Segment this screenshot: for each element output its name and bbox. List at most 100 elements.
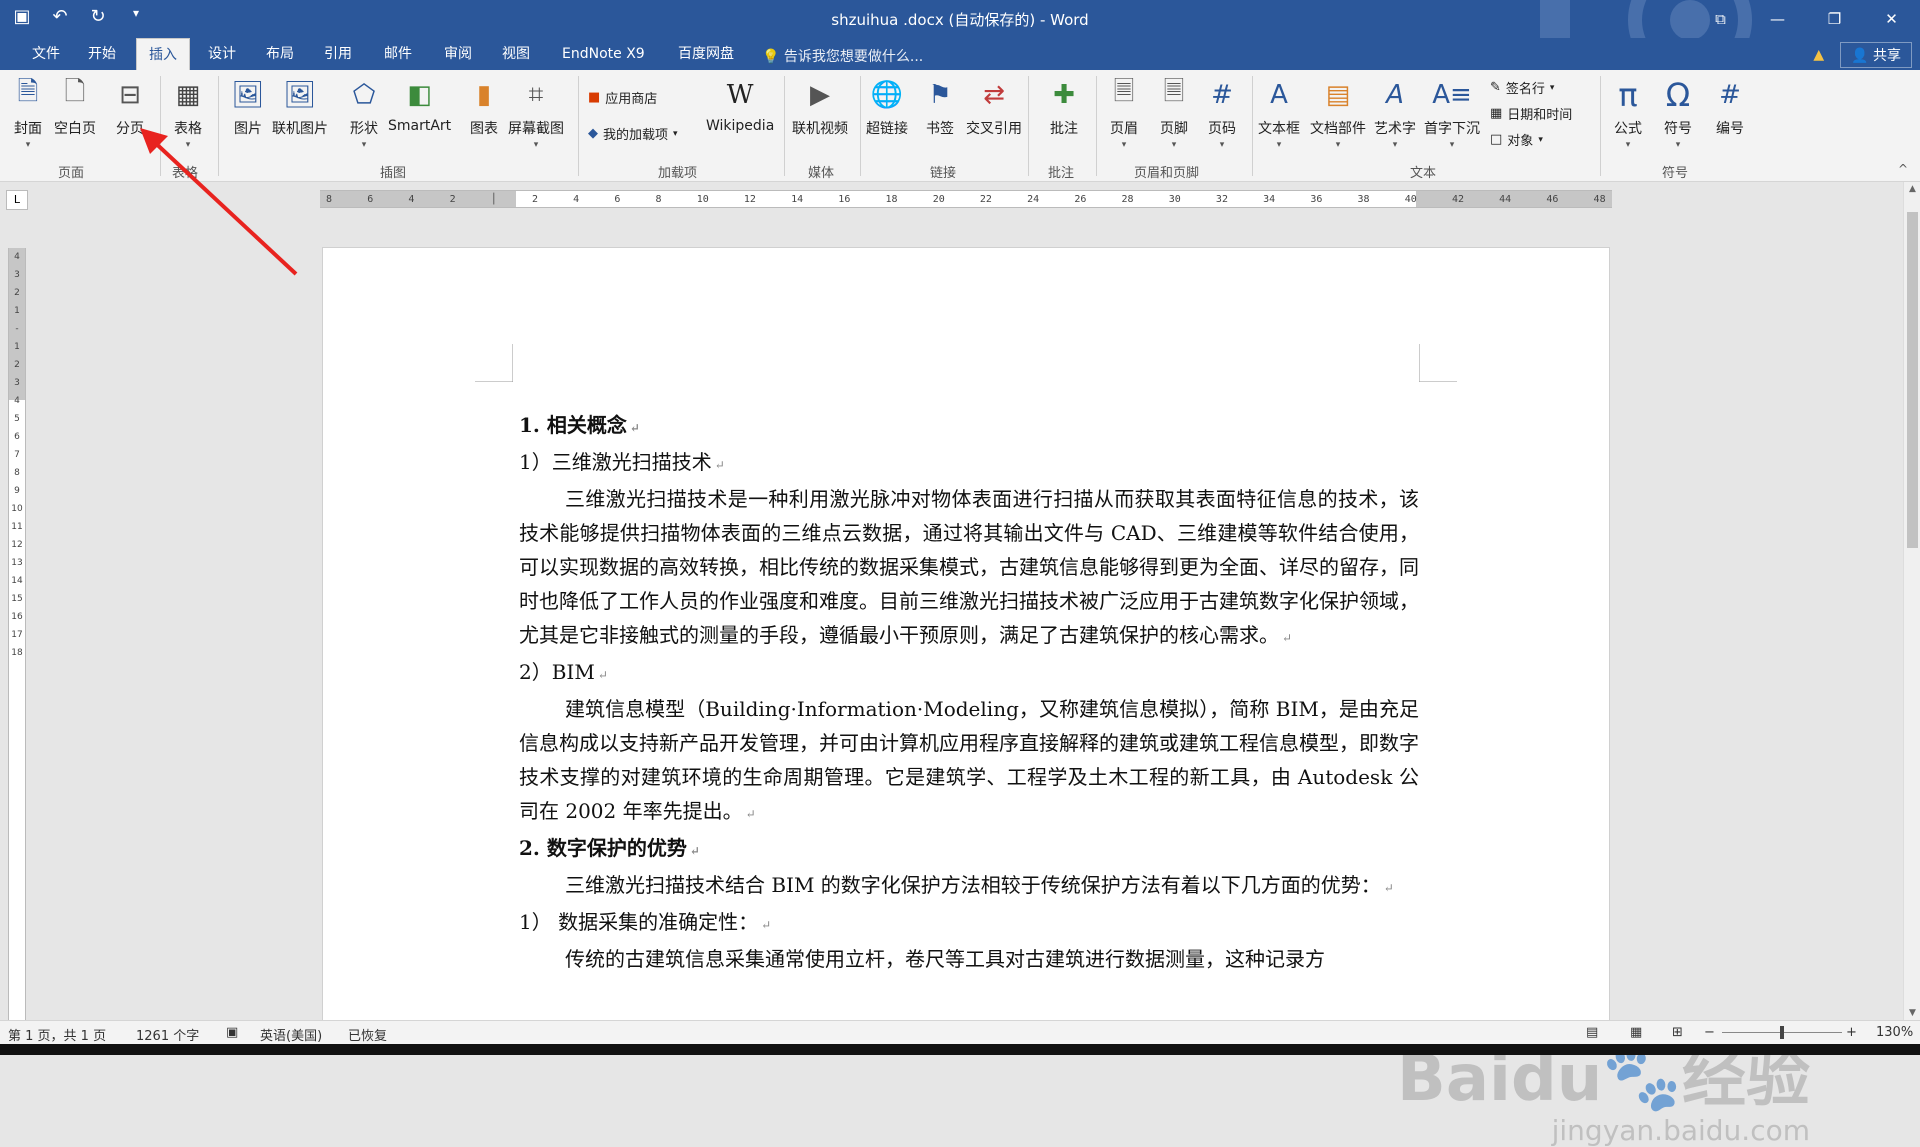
page-number-button[interactable]: # 页码 ▾ <box>1204 76 1240 150</box>
chart-button[interactable]: ▮ 图表 <box>466 76 502 138</box>
scroll-thumb[interactable] <box>1907 212 1918 548</box>
read-mode-icon[interactable]: ▤ <box>1586 1025 1598 1040</box>
online-picture-button[interactable]: 🖼 联机图片 <box>272 76 328 138</box>
ruler-tick-label: 24 <box>1027 194 1040 205</box>
equation-label: 公式 <box>1614 121 1642 137</box>
ruler-ticks: 8 6 4 2 │ 2 4 6 8 10 12 14 16 18 20 22 24 26 28 30 32 34 36 38 4… <box>320 194 1612 205</box>
my-addins-button[interactable]: ◆ 我的加载项 ▾ <box>588 124 678 143</box>
minimize-icon[interactable]: — <box>1749 0 1806 38</box>
group-symbols: 符号 <box>1662 166 1689 181</box>
proofing-icon[interactable]: ▣ <box>226 1025 238 1040</box>
collapse-ribbon-icon[interactable]: ^ <box>1898 162 1908 176</box>
ruler-tick-label: 1 <box>14 342 20 352</box>
ribbon-display-icon[interactable]: ⧉ <box>1692 0 1749 38</box>
crossref-button[interactable]: ⇄ 交叉引用 <box>966 76 1022 138</box>
zoom-slider-thumb[interactable] <box>1780 1026 1784 1039</box>
wordart-button[interactable]: A 艺术字 ▾ <box>1374 76 1416 150</box>
ruler-ticks: 4 3 2 1-1 2 3 4 5 6 7 8 9 10 11 12 13 14 15 16 17 18 <box>9 248 25 662</box>
table-button[interactable]: ▦ 表格 ▾ <box>170 76 206 150</box>
share-button[interactable]: 👤 共享 <box>1840 42 1912 68</box>
ruler-tick-label: 12 <box>11 540 23 550</box>
tab-selector[interactable]: L <box>6 190 28 210</box>
scroll-down-icon[interactable]: ▼ <box>1904 1008 1920 1018</box>
picture-button[interactable]: 🖼 图片 <box>230 76 266 138</box>
paragraph-mark-icon: ↵ <box>689 844 700 858</box>
zoom-out-icon[interactable]: − <box>1704 1025 1715 1040</box>
tab-layout[interactable]: 布局 <box>254 38 306 70</box>
page-break-button[interactable]: ⊟ 分页 <box>112 76 148 138</box>
hyperlink-button[interactable]: 🌐 超链接 <box>866 76 908 138</box>
ribbon-tabs: 文件 开始 插入 设计 布局 引用 邮件 审阅 视图 EndNote X9 百度… <box>0 38 1920 70</box>
page-count[interactable]: 第 1 页，共 1 页 <box>8 1025 106 1044</box>
warning-icon[interactable]: ▲ <box>1813 47 1824 63</box>
chevron-down-icon: ▾ <box>533 140 539 150</box>
dropcap-button[interactable]: A≡ 首字下沉 ▾ <box>1424 76 1480 150</box>
word-count[interactable]: 1261 个字 <box>136 1025 199 1044</box>
tab-baidu-netdisk[interactable]: 百度网盘 <box>666 38 746 70</box>
comment-button[interactable]: ✚ 批注 <box>1046 76 1082 138</box>
tab-review[interactable]: 审阅 <box>432 38 484 70</box>
tab-references[interactable]: 引用 <box>312 38 364 70</box>
wordart-label: 艺术字 <box>1374 121 1416 137</box>
document-body[interactable]: 1. 相关概念 ↵ 1）三维激光扫描技术 ↵ 三维激光扫描技术是一种利用激光脉冲对物… <box>519 408 1419 976</box>
footer-button[interactable]: 🗏 页脚 ▾ <box>1156 76 1192 150</box>
quickparts-button[interactable]: ▤ 文档部件 ▾ <box>1310 76 1366 150</box>
smartart-button[interactable]: ◧ SmartArt <box>388 76 451 134</box>
datetime-button[interactable]: ▦ 日期和时间 <box>1490 104 1572 123</box>
ruler-tick-label: 6 <box>14 432 20 442</box>
group-addins: 加载项 <box>658 166 698 181</box>
horizontal-ruler[interactable]: 8 6 4 2 │ 2 4 6 8 10 12 14 16 18 20 22 24 26 28 30 32 34 36 38 4… <box>320 190 1612 208</box>
ruler-tick-label: 12 <box>743 194 756 205</box>
equation-button[interactable]: π 公式 ▾ <box>1610 76 1646 150</box>
number-button[interactable]: # 编号 <box>1712 76 1748 138</box>
object-button[interactable]: □ 对象 ▾ <box>1490 130 1543 149</box>
blank-page-label: 空白页 <box>54 121 96 137</box>
ruler-tick-label: 14 <box>791 194 804 205</box>
vertical-scrollbar[interactable]: ▲ ▼ <box>1903 182 1920 1020</box>
comment-icon: ✚ <box>1053 80 1075 110</box>
ruler-tick-label: 7 <box>14 450 20 460</box>
store-button[interactable]: ■ 应用商店 <box>588 88 657 107</box>
header-button[interactable]: 🗏 页眉 ▾ <box>1106 76 1142 150</box>
ruler-tick-label: 6 <box>614 194 621 205</box>
tab-endnote[interactable]: EndNote X9 <box>550 38 657 70</box>
signature-line-button[interactable]: ✎ 签名行 ▾ <box>1490 78 1554 97</box>
print-layout-icon[interactable]: ▦ <box>1630 1025 1642 1040</box>
shapes-label: 形状 <box>350 121 378 137</box>
cover-page-button[interactable]: 🗎 封面 ▾ <box>10 76 46 150</box>
tab-home[interactable]: 开始 <box>76 38 128 70</box>
bookmark-button[interactable]: ⚑ 书签 <box>922 76 958 138</box>
ruler-tick-label: 10 <box>696 194 709 205</box>
screenshot-button[interactable]: ⌗ 屏幕截图 ▾ <box>508 76 564 151</box>
ruler-tick-label: 20 <box>932 194 945 205</box>
tab-mailings[interactable]: 邮件 <box>372 38 424 70</box>
language[interactable]: 英语(美国) <box>260 1025 322 1044</box>
close-icon[interactable]: ✕ <box>1863 0 1920 38</box>
ruler-tick-label: 8 <box>326 194 333 205</box>
restore-icon[interactable]: ❐ <box>1806 0 1863 38</box>
online-video-button[interactable]: ▶ 联机视频 <box>792 76 848 138</box>
tab-design[interactable]: 设计 <box>196 38 248 70</box>
zoom-level[interactable]: 130% <box>1876 1025 1913 1040</box>
wikipedia-button[interactable]: W Wikipedia <box>706 76 774 134</box>
ruler-tick-label: 4 <box>14 396 20 406</box>
symbol-button[interactable]: Ω 符号 ▾ <box>1660 76 1696 150</box>
cover-page-icon: 🗎 <box>17 77 39 107</box>
tab-file[interactable]: 文件 <box>20 38 72 70</box>
ruler-tick-label: 28 <box>1121 194 1134 205</box>
document-page[interactable]: 1. 相关概念 ↵ 1）三维激光扫描技术 ↵ 三维激光扫描技术是一种利用激光脉冲对物… <box>322 247 1610 1047</box>
zoom-in-icon[interactable]: + <box>1846 1025 1857 1040</box>
textbox-button[interactable]: A 文本框 ▾ <box>1258 76 1300 150</box>
recovered-status: 已恢复 <box>348 1029 388 1044</box>
tab-insert[interactable]: 插入 <box>136 38 190 70</box>
table-icon: ▦ <box>175 80 201 110</box>
tab-view[interactable]: 视图 <box>490 38 542 70</box>
blank-page-button[interactable]: 🗋 空白页 <box>54 76 96 138</box>
web-layout-icon[interactable]: ⊞ <box>1672 1025 1683 1040</box>
vertical-ruler[interactable]: 4 3 2 1-1 2 3 4 5 6 7 8 9 10 11 12 13 14 15 16 17 18 <box>8 248 26 1020</box>
scroll-up-icon[interactable]: ▲ <box>1904 184 1920 194</box>
tell-me-box[interactable]: 💡 告诉我您想要做什么... <box>762 46 923 66</box>
shapes-button[interactable]: ⬠ 形状 ▾ <box>346 76 382 150</box>
screenshot-icon: ⌗ <box>528 79 544 110</box>
crossref-icon: ⇄ <box>983 80 1005 110</box>
